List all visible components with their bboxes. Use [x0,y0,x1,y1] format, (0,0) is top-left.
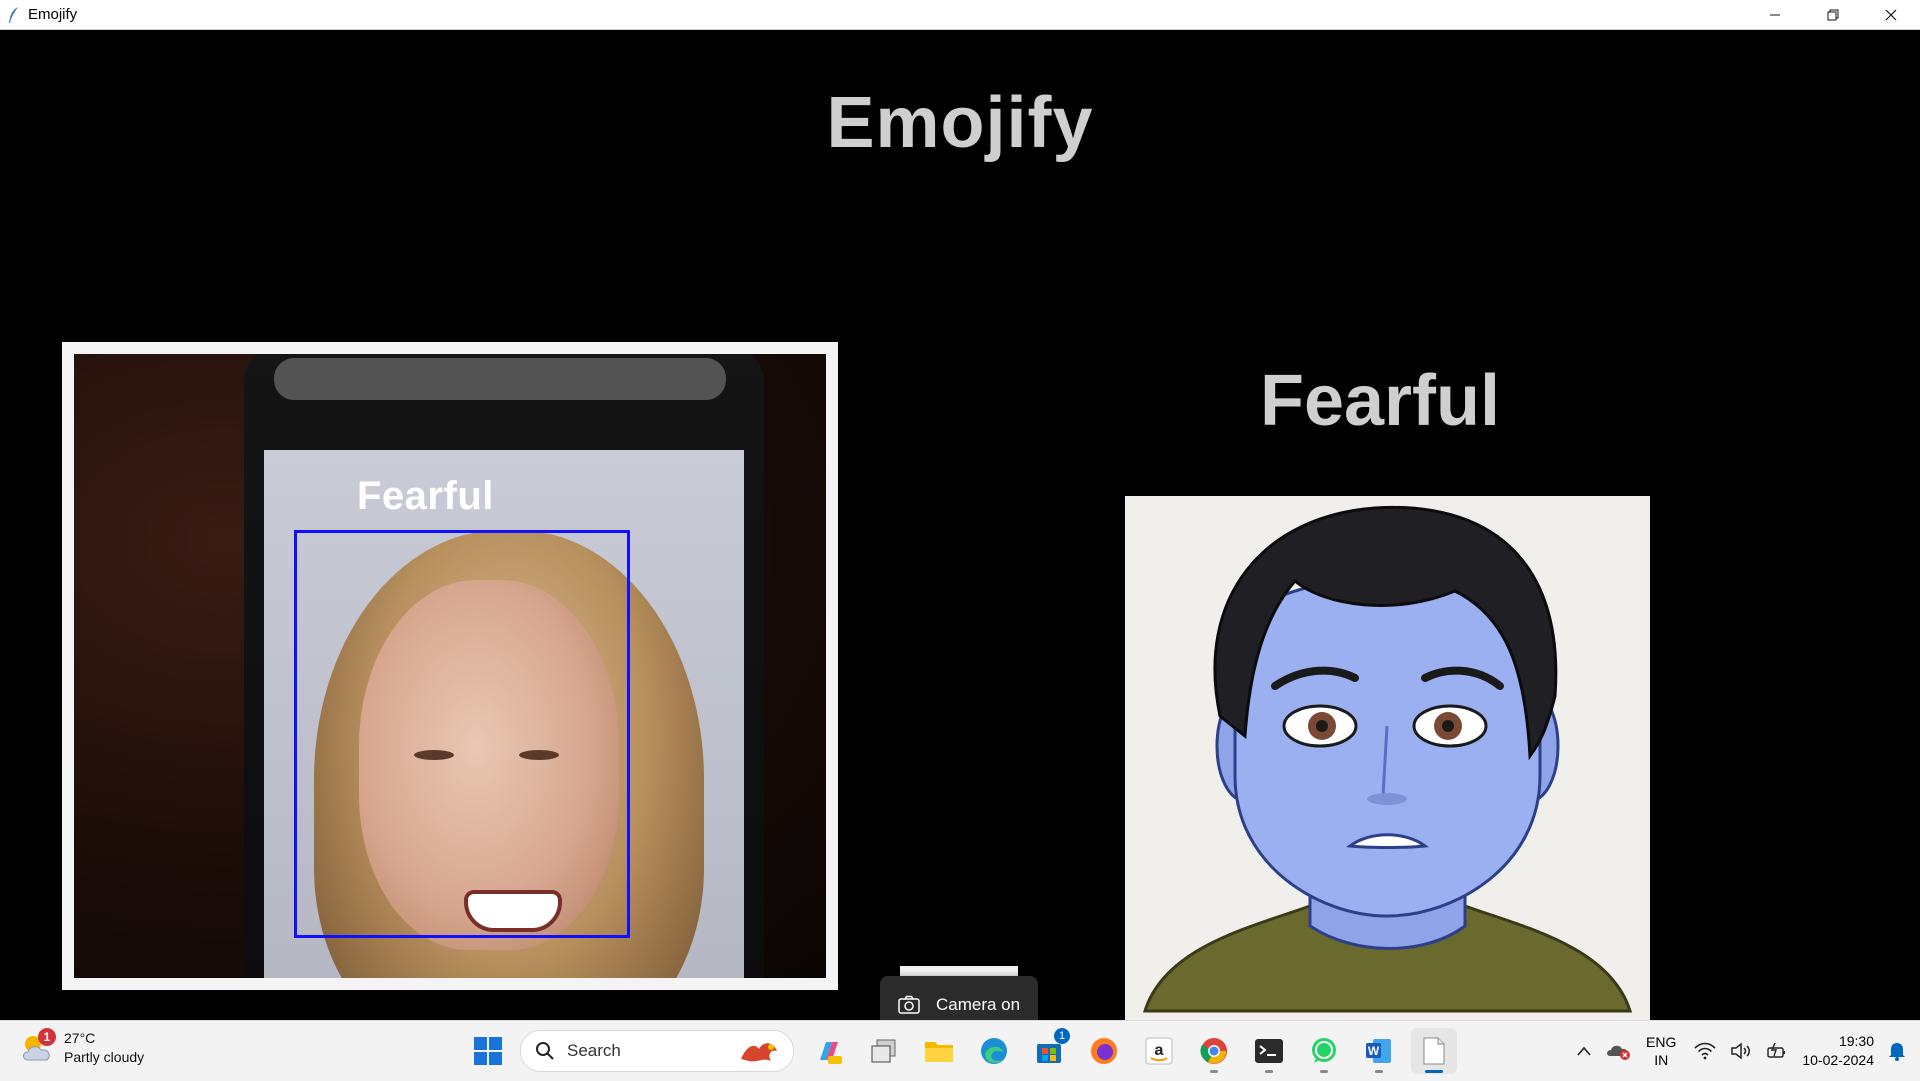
wifi-icon [1694,1042,1716,1060]
video-panel: Fearful [62,342,838,990]
emoji-avatar-panel [1125,496,1650,1020]
taskbar: 1 27°C Partly cloudy Search 1 a W ENG IN… [0,1020,1920,1081]
onedrive-status[interactable] [1606,1041,1632,1061]
amazon-icon: a [1145,1037,1173,1065]
clock-time: 19:30 [1838,1033,1874,1049]
running-indicator [1265,1070,1273,1073]
phone-status-bar [274,358,726,400]
volume-control[interactable] [1730,1042,1752,1060]
task-view-app[interactable] [861,1028,907,1074]
battery-status[interactable] [1766,1042,1788,1060]
whatsapp-icon [1312,1038,1336,1063]
system-tray: ENG IN 19:30 10-02-2024 [1576,1021,1920,1081]
chrome-app[interactable] [1191,1028,1237,1074]
document-icon [1423,1037,1445,1065]
language-indicator[interactable]: ENG IN [1646,1033,1676,1069]
windows-logo-icon [474,1037,502,1065]
terminal-icon [1255,1039,1283,1063]
language-code: ENG [1646,1034,1677,1050]
region-code: IN [1654,1052,1669,1068]
svg-text:W: W [1368,1044,1380,1058]
window-titlebar: Emojify [0,0,1920,30]
chrome-icon [1200,1038,1227,1064]
search-highlight-dragon-icon [741,1043,777,1062]
edge-icon [981,1038,1007,1064]
clock[interactable]: 19:30 10-02-2024 [1802,1032,1874,1070]
close-icon [1885,9,1897,20]
running-indicator [1320,1070,1328,1073]
store-badge: 1 [1054,1028,1070,1044]
search-label: Search [567,1041,621,1060]
battery-charging-icon [1767,1042,1786,1058]
word-app[interactable]: W [1356,1028,1402,1074]
show-hidden-icons-button[interactable] [1576,1045,1592,1057]
word-icon: W [1366,1039,1391,1063]
network-status[interactable] [1694,1042,1716,1060]
running-indicator [1375,1070,1383,1073]
bell-icon [1889,1043,1905,1061]
minimize-button[interactable] [1746,0,1804,29]
edge-app[interactable] [971,1028,1017,1074]
firefox-app[interactable] [1081,1028,1127,1074]
cloud-error-icon [1607,1045,1631,1060]
camera-on-text: Camera on [936,995,1021,1014]
running-indicator [1210,1070,1218,1073]
amazon-app[interactable]: a [1136,1028,1182,1074]
copilot-app[interactable] [806,1028,852,1074]
search-icon [536,1042,554,1060]
chevron-up-icon [1577,1046,1591,1056]
restore-icon [1827,9,1839,20]
minimize-icon [1770,14,1780,15]
window-title: Emojify [28,6,78,23]
close-button[interactable] [1862,0,1920,29]
folder-icon [925,1042,953,1062]
file-explorer-app[interactable] [916,1028,962,1074]
weather-temperature: 27°C [64,1030,96,1046]
notepad-app[interactable] [1411,1028,1457,1074]
weather-widget[interactable]: 1 27°C Partly cloudy [20,1028,145,1067]
emotion-label: Fearful [1259,361,1501,441]
taskbar-search[interactable]: Search [520,1030,794,1072]
speaker-icon [1731,1042,1751,1060]
camera-feed: Fearful [74,354,826,978]
detected-emotion-label: Fearful [357,474,494,518]
clock-date: 10-02-2024 [1802,1052,1874,1068]
copilot-icon [820,1042,842,1064]
weather-condition: Partly cloudy [64,1049,145,1065]
microsoft-store-app[interactable]: 1 [1026,1028,1072,1074]
restore-button[interactable] [1804,0,1862,29]
firefox-icon [1091,1038,1117,1064]
feather-icon [6,6,22,24]
camera-icon [898,995,920,1014]
app-canvas: Emojify Fearful Fearful Camera on [0,30,1920,1050]
window-controls [1746,0,1920,29]
task-view-icon [871,1039,896,1063]
notifications-button[interactable] [1888,1041,1906,1061]
face-detection-box [294,530,630,938]
fearful-avatar-illustration [1142,505,1633,1013]
weather-badge: 1 [38,1028,56,1046]
svg-text:a: a [1155,1042,1164,1059]
whatsapp-app[interactable] [1301,1028,1347,1074]
taskbar-apps: Search 1 a W [465,1028,1466,1074]
active-indicator [1425,1070,1443,1073]
terminal-app[interactable] [1246,1028,1292,1074]
partly-cloudy-icon: 1 [20,1028,56,1066]
start-button[interactable] [465,1028,511,1074]
app-heading: Emojify [826,83,1094,163]
